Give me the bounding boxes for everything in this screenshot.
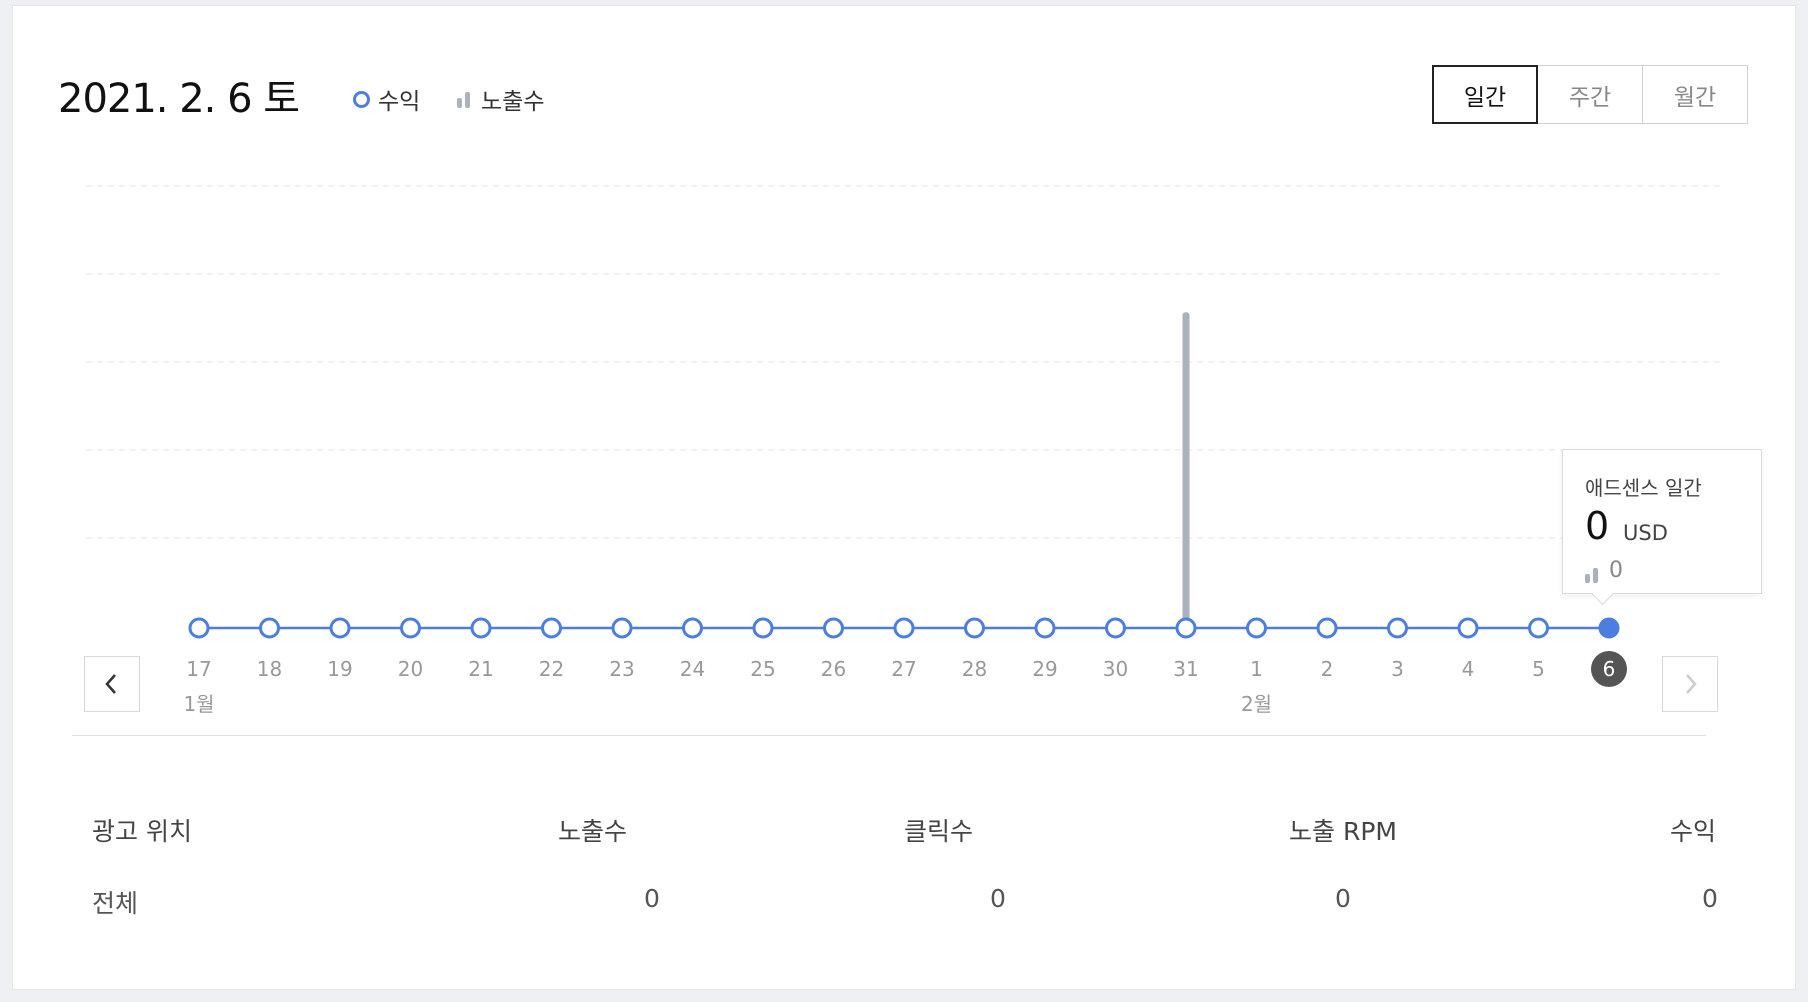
revenue-point (259, 617, 280, 639)
row-impressions: 0 (644, 884, 660, 913)
revenue-point (1598, 617, 1620, 639)
col-ad-position: 광고 위치 (92, 817, 192, 846)
revenue-point (752, 617, 774, 639)
col-rpm: 노출 RPM (1289, 817, 1397, 846)
bar-chart-icon (1585, 565, 1601, 583)
revenue-point (400, 617, 421, 639)
x-tick-label: 24 (680, 657, 705, 681)
revenue-point (1528, 617, 1549, 639)
revenue-point (893, 617, 915, 639)
tooltip-impressions-value: 0 (1609, 558, 1623, 583)
tooltip-title: 애드센스 일간 (1585, 476, 1702, 500)
revenue-point (1105, 617, 1126, 639)
x-tick-label: 2 (1321, 657, 1334, 681)
x-tick-label: 21 (468, 657, 493, 681)
revenue-point (1175, 617, 1197, 639)
x-tick-label: 17 (186, 657, 211, 681)
month-label: 1월 (183, 692, 214, 716)
x-tick-label: 27 (891, 657, 916, 681)
x-tick-label: 31 (1173, 657, 1198, 681)
row-label: 전체 (92, 889, 139, 918)
tab-daily[interactable]: 일간 (1432, 65, 1538, 124)
next-button[interactable] (1662, 656, 1718, 712)
revenue-point (964, 617, 985, 639)
x-tick-label: 4 (1462, 657, 1475, 681)
col-clicks: 클릭수 (904, 817, 974, 846)
revenue-point (682, 617, 703, 639)
revenue-point (1457, 617, 1479, 639)
x-tick-label: 1 (1250, 657, 1263, 681)
row-clicks: 0 (990, 884, 1006, 913)
chart-tooltip: 애드센스 일간 0 USD 0 (1562, 449, 1762, 594)
x-tick-label: 26 (821, 657, 846, 681)
revenue-point (823, 617, 844, 639)
x-tick-label: 3 (1391, 657, 1404, 681)
revenue-point (1034, 617, 1056, 639)
revenue-point (611, 617, 633, 639)
x-tick-label: 20 (398, 657, 423, 681)
revenue-point (329, 617, 351, 639)
x-tick-label: 30 (1103, 657, 1128, 681)
tooltip-impressions: 0 (1585, 558, 1623, 583)
x-tick-label: 25 (750, 657, 775, 681)
x-tick-label: 23 (609, 657, 634, 681)
row-revenue: 0 (1702, 884, 1718, 913)
chevron-right-icon (1686, 674, 1697, 694)
revenue-point (1387, 617, 1408, 639)
revenue-point (188, 617, 210, 639)
revenue-point (541, 617, 562, 639)
col-revenue: 수익 (1670, 817, 1717, 846)
revenue-point (1316, 617, 1338, 639)
col-impressions: 노출수 (558, 817, 628, 846)
x-tick-label: 19 (327, 657, 352, 681)
tooltip-unit: USD (1623, 521, 1668, 545)
row-rpm: 0 (1335, 884, 1351, 913)
x-tick-label: 28 (962, 657, 987, 681)
x-tick-label: 18 (257, 657, 282, 681)
tooltip-value: 0 (1585, 504, 1610, 548)
impression-bar (1182, 312, 1190, 628)
x-tick-label: 5 (1532, 657, 1545, 681)
chevron-left-icon (105, 674, 116, 694)
revenue-point (470, 617, 492, 639)
x-tick-label: 6 (1603, 657, 1616, 681)
month-label: 2월 (1241, 692, 1272, 716)
x-tick-label: 22 (539, 657, 564, 681)
divider (72, 735, 1706, 736)
x-tick-label: 29 (1032, 657, 1057, 681)
revenue-point (1246, 617, 1267, 639)
prev-button[interactable] (84, 656, 140, 712)
